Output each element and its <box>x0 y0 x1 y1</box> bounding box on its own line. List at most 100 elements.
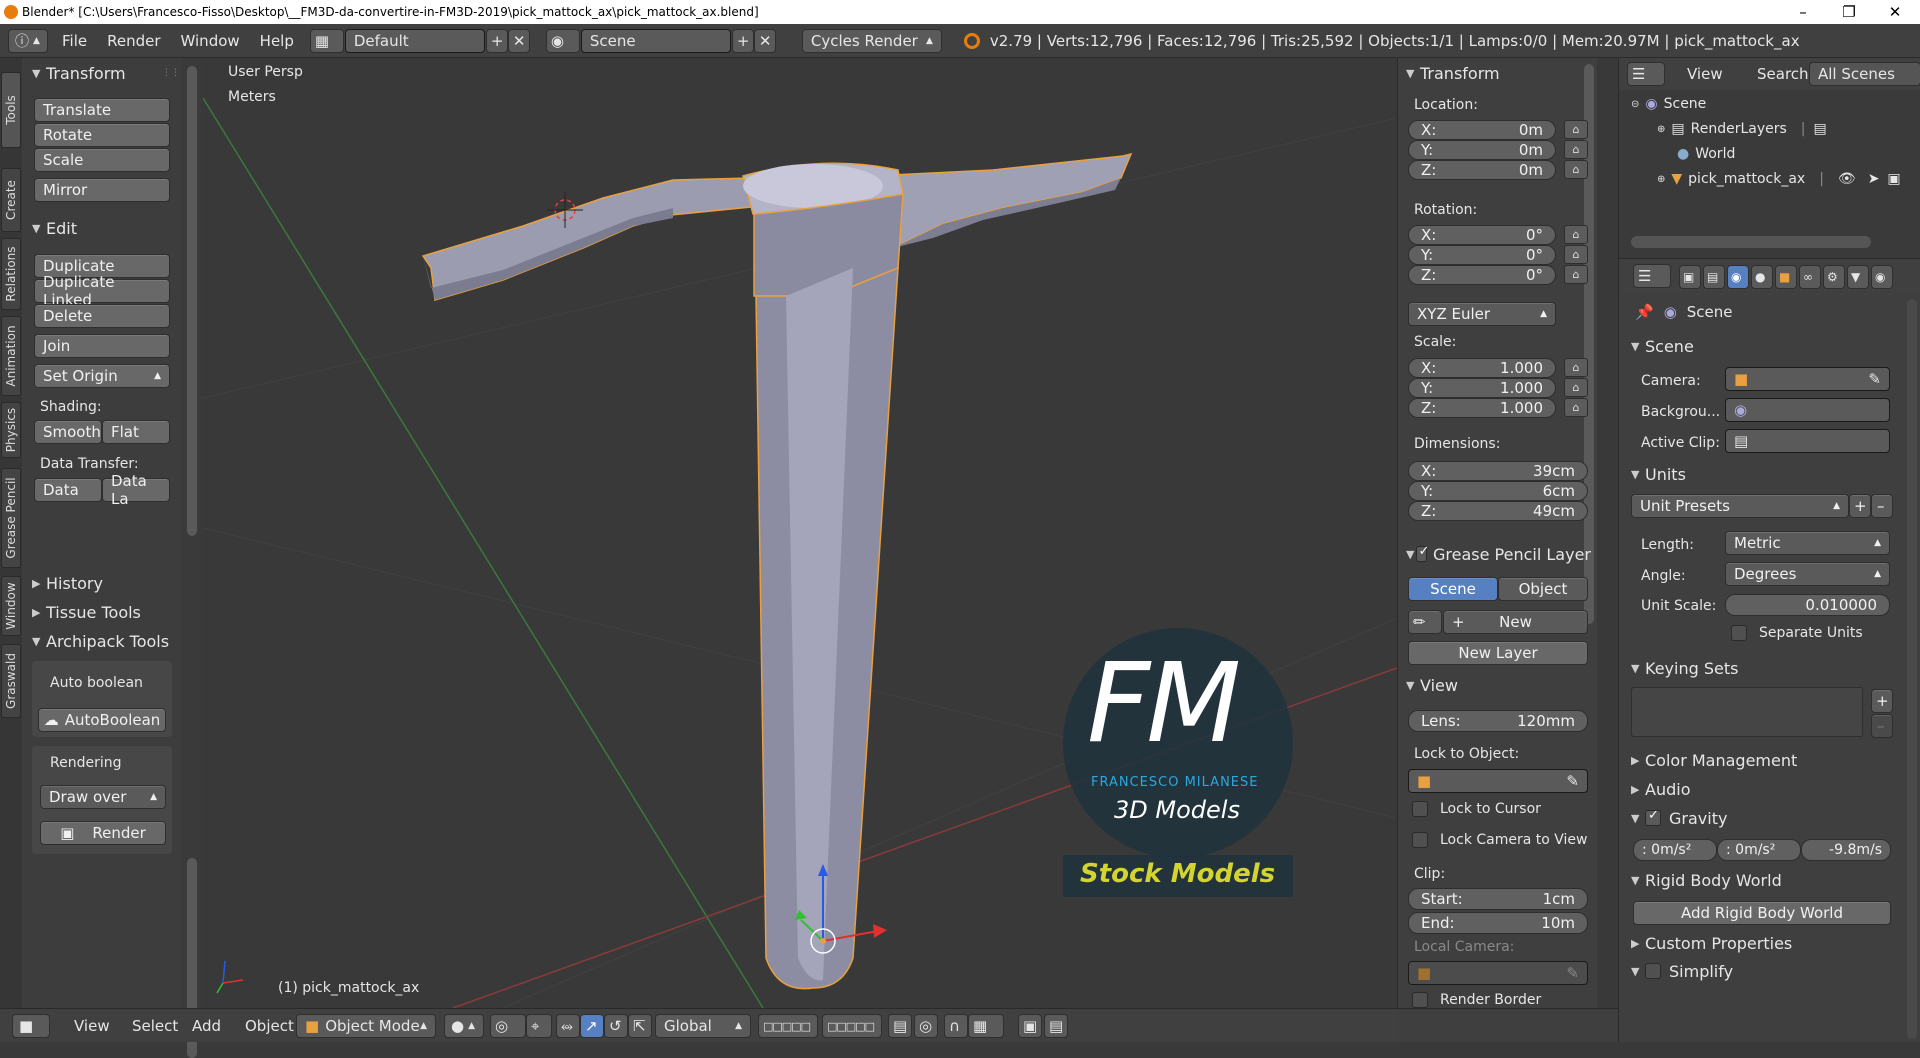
flat-button[interactable]: Flat <box>102 420 170 444</box>
lock-to-object-field[interactable]: ■ ✎ <box>1408 769 1588 793</box>
gp-object-toggle[interactable]: Object <box>1498 577 1588 601</box>
location-y-field[interactable]: Y: 0m <box>1408 140 1556 160</box>
menu-render[interactable]: Render <box>97 32 170 50</box>
tool-shelf-scrollbar[interactable] <box>187 66 197 536</box>
modifiers-tab-icon[interactable]: ⚙ <box>1823 265 1845 289</box>
data-layout-button[interactable]: Data La <box>102 472 170 508</box>
delete-button[interactable]: Delete <box>34 304 170 328</box>
draw-over-select[interactable]: Draw over ▲ <box>40 785 166 809</box>
outliner-hscrollbar[interactable] <box>1631 236 1871 248</box>
transform-panel-header[interactable]: ▼ Transform <box>32 60 182 86</box>
remove-layout-icon[interactable]: ✕ <box>507 28 530 53</box>
close-window-button[interactable]: ✕ <box>1872 0 1918 24</box>
background-field[interactable]: ◉ <box>1725 398 1890 422</box>
manipulate-center-icon[interactable]: ⌖ <box>526 1014 552 1038</box>
units-panel-header[interactable]: ▼ Units <box>1631 461 1901 487</box>
history-header[interactable]: ▶ History <box>32 570 182 596</box>
view-menu[interactable]: View <box>64 1017 120 1035</box>
object-tab-icon[interactable]: ■ <box>1775 265 1797 289</box>
clip-start-field[interactable]: Start: 1cm <box>1408 888 1588 910</box>
layers-grid-2[interactable]: □□□□□ <box>822 1014 882 1038</box>
color-management-header[interactable]: ▶ Color Management <box>1631 747 1901 773</box>
length-select[interactable]: Metric ▲ <box>1725 531 1890 555</box>
scene-field[interactable]: Scene <box>580 28 731 53</box>
menu-file[interactable]: File <box>52 32 97 50</box>
rotation-mode-select[interactable]: XYZ Euler ▲ <box>1408 302 1556 326</box>
render-tab-icon[interactable]: ▣ <box>1679 265 1701 289</box>
separate-units-row[interactable]: Separate Units <box>1731 625 1863 641</box>
material-tab-icon[interactable]: ◉ <box>1871 265 1893 289</box>
object-menu[interactable]: Object <box>235 1017 304 1035</box>
clip-end-field[interactable]: End: 10m <box>1408 912 1588 934</box>
add-unit-preset-icon[interactable]: + <box>1849 494 1871 518</box>
properties-editor-type-icon[interactable]: ☰ <box>1633 264 1671 288</box>
lock-icon[interactable]: ⌂ <box>1564 245 1588 264</box>
outliner-view-menu[interactable]: View <box>1677 65 1733 83</box>
gp-new-button[interactable]: + New <box>1443 610 1588 634</box>
gravity-z-field[interactable]: -9.8m/s <box>1801 839 1891 861</box>
pivot-point-select[interactable]: ◎ <box>490 1014 526 1038</box>
screen-layout-field[interactable]: Default <box>344 28 485 53</box>
simplify-header[interactable]: ▼ Simplify <box>1631 958 1901 984</box>
tool-tab-window[interactable]: Window <box>1 576 21 636</box>
translate-button[interactable]: Translate <box>34 98 170 122</box>
minimize-button[interactable]: – <box>1780 0 1826 24</box>
gp-pencil-icon[interactable]: ✏ <box>1408 610 1442 634</box>
lock-layers-icon[interactable]: ▤ <box>888 1014 912 1038</box>
render-engine-select[interactable]: Cycles Render ▲ <box>801 28 942 53</box>
lock-icon[interactable]: ⌂ <box>1564 398 1588 417</box>
edit-panel-header[interactable]: ▼ Edit <box>32 215 182 241</box>
add-menu[interactable]: Add <box>182 1017 231 1035</box>
gravity-checkbox[interactable]: ✓ <box>1645 808 1661 826</box>
remove-scene-icon[interactable]: ✕ <box>753 28 776 53</box>
tissue-tools-header[interactable]: ▶ Tissue Tools <box>32 599 182 625</box>
rotate-manipulator-icon[interactable]: ↺ <box>604 1014 628 1038</box>
gravity-header[interactable]: ▼ ✓ Gravity <box>1631 805 1901 831</box>
scene-selector-icon[interactable]: ◉ <box>545 28 580 53</box>
dimensions-z-field[interactable]: Z: 49cm <box>1408 501 1588 521</box>
outliner-editor-type-icon[interactable]: ☰ <box>1627 62 1665 86</box>
render-border-row[interactable]: Render Border <box>1412 992 1541 1008</box>
audio-header[interactable]: ▶ Audio <box>1631 776 1901 802</box>
tool-tab-tools[interactable]: Tools <box>1 72 21 148</box>
dimensions-y-field[interactable]: Y: 6cm <box>1408 481 1588 501</box>
outliner-filter-select[interactable]: All Scenes <box>1809 62 1920 86</box>
rotation-z-field[interactable]: Z: 0° <box>1408 265 1556 285</box>
visibility-eye-icon[interactable]: 👁 <box>1838 171 1856 187</box>
tool-tab-graswald[interactable]: Graswald <box>1 644 21 718</box>
lock-to-cursor-row[interactable]: Lock to Cursor <box>1412 801 1541 817</box>
snap-element-select[interactable]: ▦ <box>968 1014 1004 1038</box>
grease-pencil-layer-header[interactable]: ▼ ✓ Grease Pencil Layer <box>1406 541 1591 567</box>
select-menu[interactable]: Select <box>122 1017 188 1035</box>
lock-icon[interactable]: ⌂ <box>1564 358 1588 377</box>
scale-button[interactable]: Scale <box>34 148 170 172</box>
rotate-button[interactable]: Rotate <box>34 123 170 147</box>
editor-type-info-button[interactable]: ⓘ ▲ <box>8 28 48 53</box>
tool-tab-physics[interactable]: Physics <box>1 402 21 458</box>
gravity-y-field[interactable]: : 0m/s² <box>1717 839 1801 861</box>
outliner-item-world[interactable]: ● World <box>1677 146 1735 162</box>
active-clip-field[interactable]: ▤ <box>1725 429 1890 453</box>
join-button[interactable]: Join <box>34 334 170 358</box>
local-camera-field[interactable]: ■ ✎ <box>1408 961 1588 985</box>
lock-icon[interactable]: ⌂ <box>1564 120 1588 139</box>
lock-icon[interactable]: ⌂ <box>1564 265 1588 284</box>
autoboolean-button[interactable]: ☁ AutoBoolean <box>38 708 166 732</box>
lock-icon[interactable]: ⌂ <box>1564 160 1588 179</box>
opengl-anim-icon[interactable]: ▤ <box>1044 1014 1068 1038</box>
viewport-shading-select[interactable]: ● ▲ <box>444 1014 484 1038</box>
transform-orientation-select[interactable]: Global ▲ <box>655 1014 751 1038</box>
maximize-button[interactable]: ❐ <box>1826 0 1872 24</box>
gravity-x-field[interactable]: : 0m/s² <box>1633 839 1717 861</box>
outliner-item-object[interactable]: ⊕ ▼ pick_mattock_ax | 👁 ➤ ▣ <box>1657 171 1917 187</box>
rotation-x-field[interactable]: X: 0° <box>1408 225 1556 245</box>
outliner-item-renderlayers[interactable]: ⊕ ▤ RenderLayers | ▤ <box>1657 121 1827 137</box>
lock-icon[interactable]: ⌂ <box>1564 225 1588 244</box>
add-keying-set-icon[interactable]: + <box>1871 689 1893 713</box>
keying-sets-header[interactable]: ▼ Keying Sets <box>1631 655 1901 681</box>
layers-grid-1[interactable]: □□□□□ <box>758 1014 818 1038</box>
smooth-button[interactable]: Smooth <box>34 420 102 444</box>
menu-window[interactable]: Window <box>171 32 250 50</box>
mirror-button[interactable]: Mirror <box>34 178 170 202</box>
outliner-item-scene[interactable]: ⊝ ◉ Scene <box>1631 96 1706 112</box>
